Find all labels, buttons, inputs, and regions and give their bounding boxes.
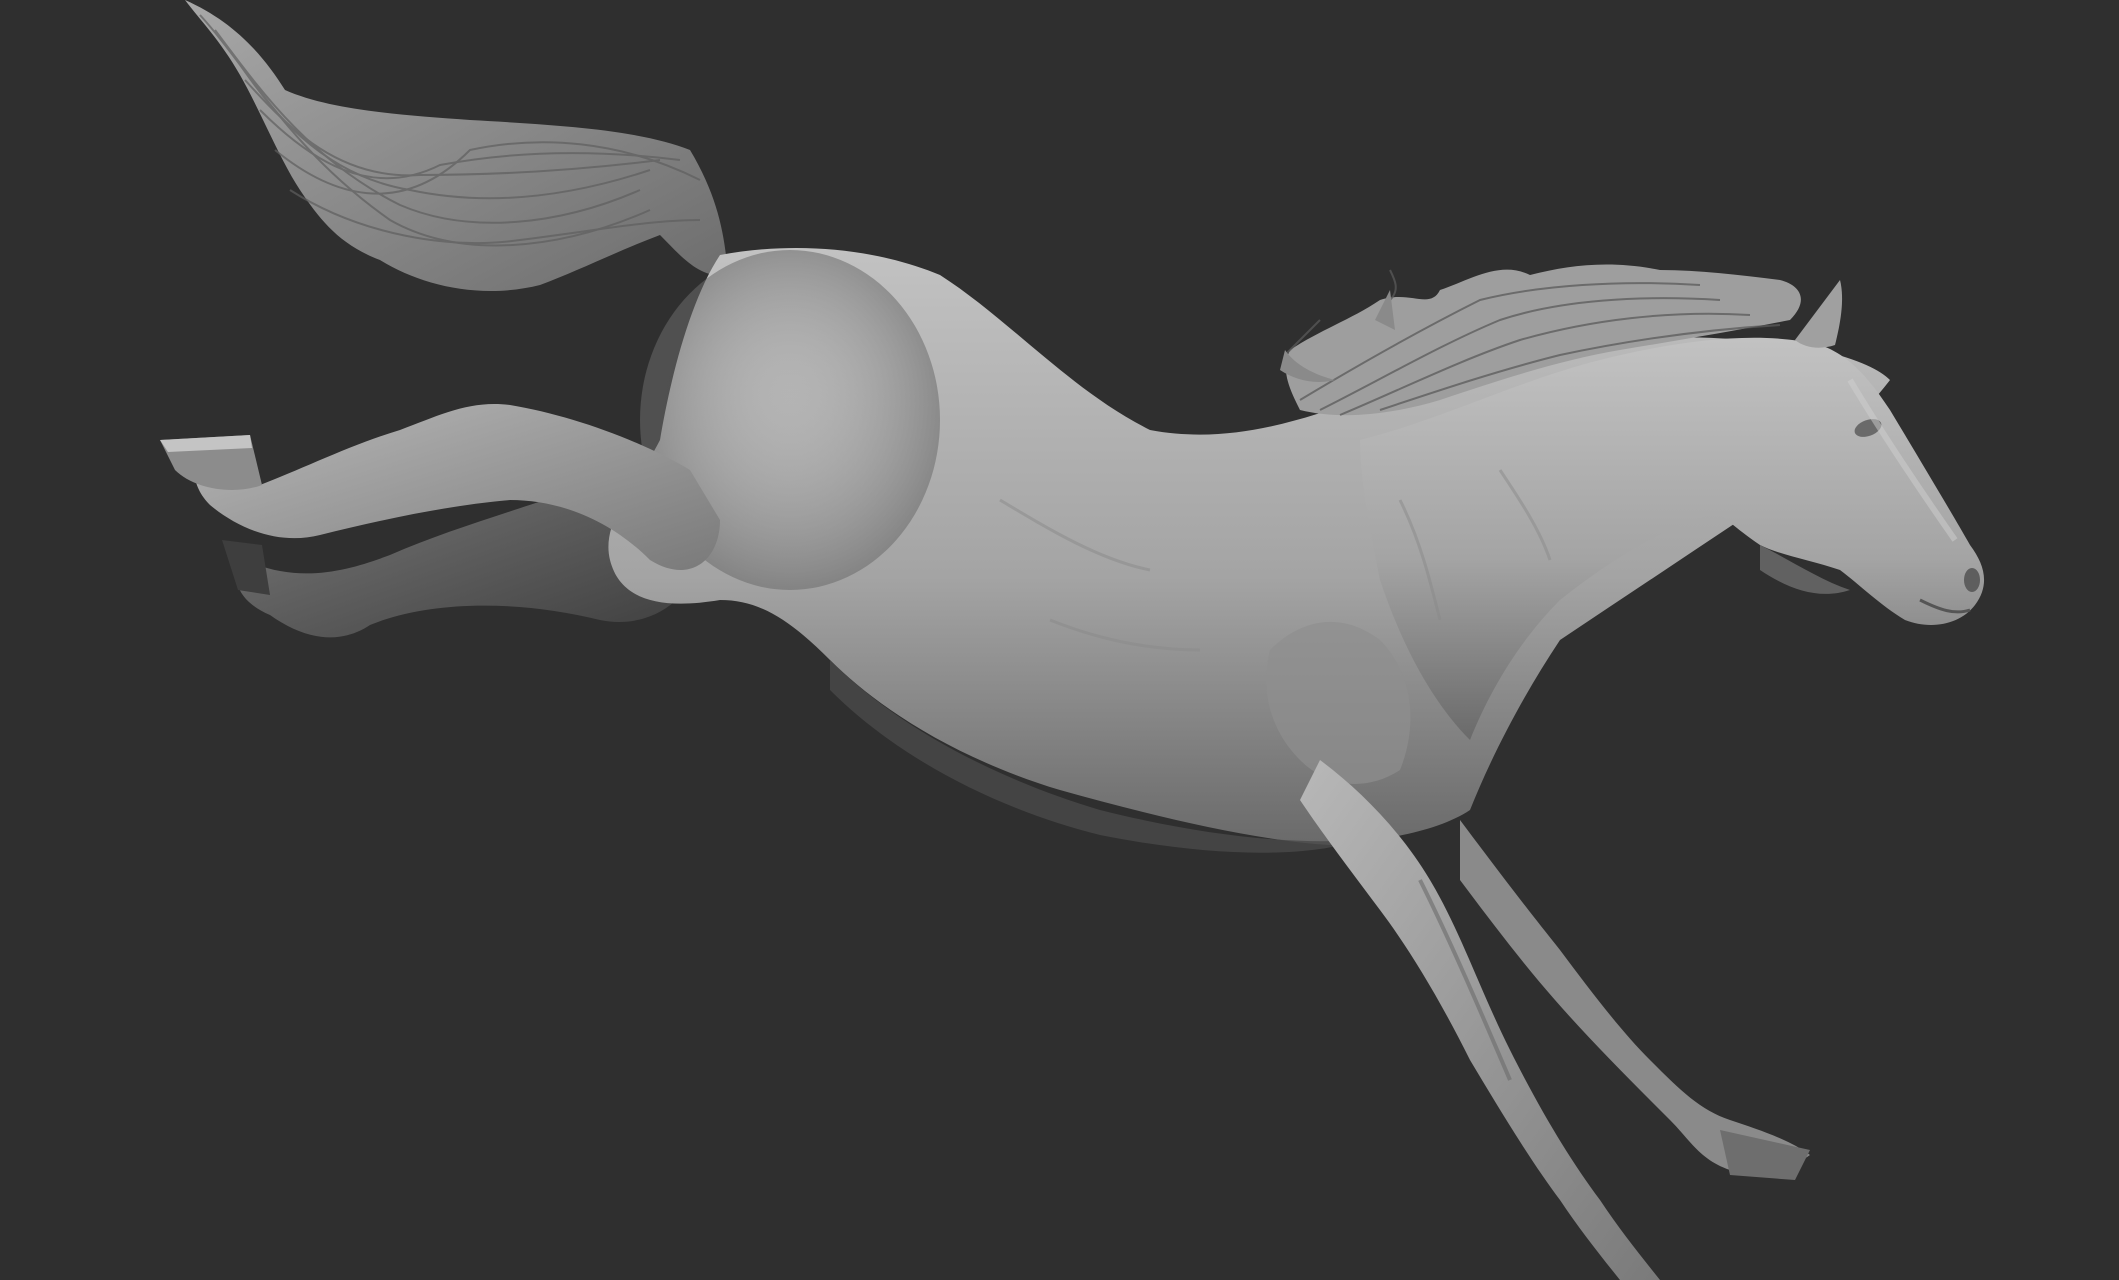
- nostril: [1964, 568, 1980, 592]
- far-hind-hoof: [222, 540, 270, 595]
- horse-sculpt-render: [160, 0, 1985, 1280]
- ear: [1795, 280, 1843, 348]
- tail: [185, 0, 728, 291]
- 3d-viewport[interactable]: [0, 0, 2119, 1280]
